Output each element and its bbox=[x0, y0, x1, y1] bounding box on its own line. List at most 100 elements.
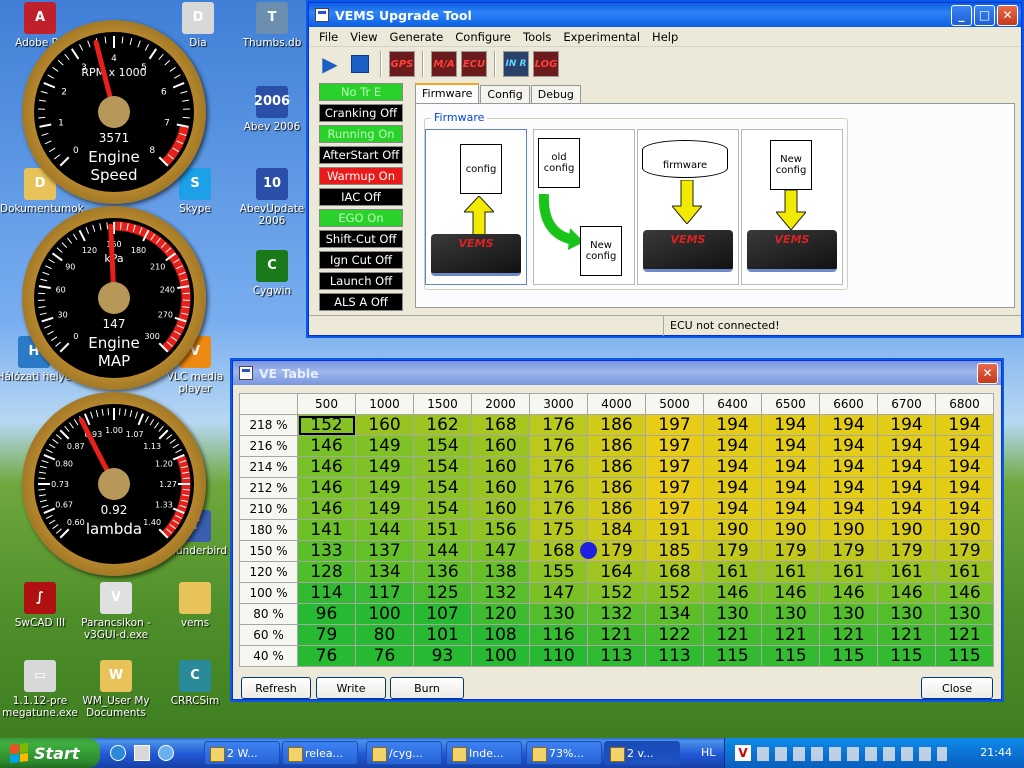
ve-cell[interactable]: 190 bbox=[761, 519, 820, 541]
ve-cell[interactable]: 96 bbox=[297, 603, 356, 625]
ve-cell[interactable]: 149 bbox=[355, 456, 414, 478]
stop-icon[interactable] bbox=[347, 51, 373, 77]
ve-cell[interactable]: 147 bbox=[529, 582, 588, 604]
gps-button[interactable]: GPS bbox=[389, 51, 415, 77]
ve-cell[interactable]: 194 bbox=[703, 498, 762, 520]
ve-cell[interactable]: 186 bbox=[587, 435, 646, 457]
desktop-icon[interactable]: 10 AbevUpdate 2006 bbox=[232, 168, 312, 227]
ve-cell[interactable]: 121 bbox=[703, 624, 762, 646]
ve-cell[interactable]: 194 bbox=[703, 414, 762, 436]
ve-cell[interactable]: 130 bbox=[819, 603, 878, 625]
ve-cell[interactable]: 132 bbox=[471, 582, 530, 604]
ve-cell[interactable]: 197 bbox=[645, 477, 704, 499]
ve-cell[interactable]: 176 bbox=[529, 456, 588, 478]
menu-file[interactable]: File bbox=[313, 30, 344, 44]
ve-cell[interactable]: 121 bbox=[819, 624, 878, 646]
ve-cell[interactable]: 121 bbox=[587, 624, 646, 646]
ecu-button[interactable]: ECU bbox=[461, 51, 487, 77]
ve-cell[interactable]: 186 bbox=[587, 477, 646, 499]
ve-cell[interactable]: 132 bbox=[587, 603, 646, 625]
ve-cell[interactable]: 179 bbox=[877, 540, 936, 562]
menu-view[interactable]: View bbox=[344, 30, 383, 44]
ve-cell[interactable]: 190 bbox=[935, 519, 994, 541]
ve-cell[interactable]: 130 bbox=[761, 603, 820, 625]
ve-cell[interactable]: 161 bbox=[761, 561, 820, 583]
ve-cell[interactable]: 190 bbox=[877, 519, 936, 541]
close-button[interactable]: Close bbox=[921, 677, 993, 699]
ve-cell[interactable]: 115 bbox=[703, 645, 762, 667]
ve-cell[interactable]: 194 bbox=[819, 456, 878, 478]
maximize-button[interactable]: □ bbox=[974, 4, 995, 26]
ve-cell[interactable]: 190 bbox=[819, 519, 878, 541]
menu-tools[interactable]: Tools bbox=[517, 30, 557, 44]
ve-cell[interactable]: 194 bbox=[877, 477, 936, 499]
ve-cell[interactable]: 122 bbox=[645, 624, 704, 646]
tab-config[interactable]: Config bbox=[480, 85, 530, 103]
read-config-card[interactable]: config VEMS bbox=[425, 129, 527, 285]
desktop-icon[interactable]: ∫ SwCAD III bbox=[0, 582, 80, 629]
mia-button[interactable]: M/A bbox=[431, 51, 457, 77]
inr-button[interactable]: IN R bbox=[503, 51, 529, 77]
ve-cell[interactable]: 146 bbox=[297, 435, 356, 457]
ve-cell[interactable]: 146 bbox=[297, 456, 356, 478]
ve-cell[interactable]: 176 bbox=[529, 414, 588, 436]
ve-cell[interactable]: 176 bbox=[529, 477, 588, 499]
ve-cell[interactable]: 141 bbox=[297, 519, 356, 541]
ve-cell[interactable]: 101 bbox=[413, 624, 472, 646]
ve-cell[interactable]: 175 bbox=[529, 519, 588, 541]
ve-cell[interactable]: 194 bbox=[703, 456, 762, 478]
ve-cell[interactable]: 138 bbox=[471, 561, 530, 583]
ve-cell[interactable]: 133 bbox=[297, 540, 356, 562]
ve-cell[interactable]: 197 bbox=[645, 498, 704, 520]
ve-cell[interactable]: 144 bbox=[413, 540, 472, 562]
ve-cell[interactable]: 160 bbox=[471, 456, 530, 478]
ve-cell[interactable]: 161 bbox=[935, 561, 994, 583]
desktop-icon[interactable]: 2006 Abev 2006 bbox=[232, 86, 312, 133]
ve-cell[interactable]: 194 bbox=[935, 456, 994, 478]
ve-cell[interactable]: 164 bbox=[587, 561, 646, 583]
ve-cell[interactable]: 168 bbox=[645, 561, 704, 583]
ve-cell[interactable]: 161 bbox=[819, 561, 878, 583]
write-config-card[interactable]: New config VEMS bbox=[741, 129, 843, 285]
ve-cell[interactable]: 160 bbox=[471, 435, 530, 457]
ve-cell[interactable]: 160 bbox=[471, 498, 530, 520]
ve-cell[interactable]: 179 bbox=[703, 540, 762, 562]
ve-cell[interactable]: 152 bbox=[587, 582, 646, 604]
ve-cell[interactable]: 161 bbox=[703, 561, 762, 583]
quicklaunch-explorer-icon[interactable] bbox=[134, 745, 150, 761]
taskbar-item[interactable]: /cyg... bbox=[366, 741, 442, 765]
menu-help[interactable]: Help bbox=[646, 30, 684, 44]
ve-cell[interactable]: 186 bbox=[587, 498, 646, 520]
write-button[interactable]: Write bbox=[316, 677, 386, 699]
ve-cell[interactable]: 176 bbox=[529, 435, 588, 457]
ve-cell[interactable]: 149 bbox=[355, 477, 414, 499]
ve-cell[interactable]: 137 bbox=[355, 540, 414, 562]
ve-cell[interactable]: 93 bbox=[413, 645, 472, 667]
taskbar-item[interactable]: 2 W... bbox=[204, 741, 280, 765]
ve-cell[interactable]: 79 bbox=[297, 624, 356, 646]
taskbar-item[interactable]: Inde... bbox=[446, 741, 522, 765]
ve-cell[interactable]: 185 bbox=[645, 540, 704, 562]
convert-config-card[interactable]: old config New config bbox=[533, 129, 635, 285]
ve-cell[interactable]: 146 bbox=[877, 582, 936, 604]
tab-firmware[interactable]: Firmware bbox=[415, 83, 480, 103]
taskbar-item[interactable]: relea... bbox=[282, 741, 358, 765]
ve-cell[interactable]: 128 bbox=[297, 561, 356, 583]
ve-cell[interactable]: 144 bbox=[355, 519, 414, 541]
ve-cell[interactable]: 190 bbox=[703, 519, 762, 541]
ve-cell[interactable]: 152 bbox=[645, 582, 704, 604]
minimize-button[interactable]: _ bbox=[951, 4, 972, 26]
ve-cell[interactable]: 194 bbox=[877, 435, 936, 457]
desktop-icon[interactable]: W WM_User My Documents bbox=[76, 660, 156, 719]
ve-cell[interactable]: 194 bbox=[761, 477, 820, 499]
menu-generate[interactable]: Generate bbox=[384, 30, 450, 44]
ve-cell[interactable]: 194 bbox=[703, 477, 762, 499]
close-button[interactable]: ✕ bbox=[997, 4, 1018, 26]
ve-cell[interactable]: 194 bbox=[761, 435, 820, 457]
ve-cell[interactable]: 194 bbox=[877, 414, 936, 436]
ve-cell[interactable]: 108 bbox=[471, 624, 530, 646]
ve-cell[interactable]: 149 bbox=[355, 498, 414, 520]
ve-cell[interactable]: 154 bbox=[413, 456, 472, 478]
ve-cell[interactable]: 125 bbox=[413, 582, 472, 604]
ve-cell[interactable]: 197 bbox=[645, 435, 704, 457]
